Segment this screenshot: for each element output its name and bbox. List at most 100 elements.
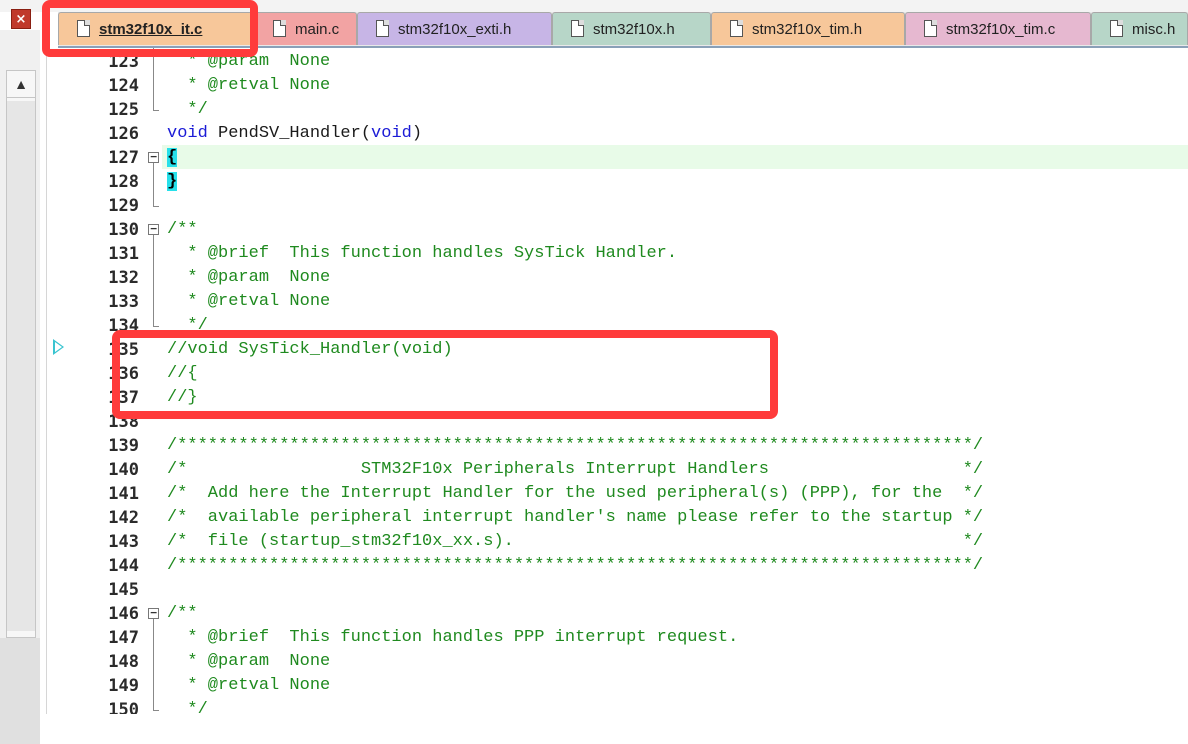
file-icon <box>924 20 937 37</box>
code-line[interactable]: 132 * @param None <box>46 266 1188 290</box>
line-number: 127 <box>108 148 139 168</box>
line-number: 131 <box>108 244 139 264</box>
fold-collapse-icon[interactable]: − <box>148 223 159 235</box>
code-text: */ <box>167 100 208 119</box>
tab-label: stm32f10x_tim.c <box>946 21 1056 38</box>
current-position-arrow-icon <box>53 339 64 355</box>
file-icon <box>730 20 743 37</box>
code-text: /* available peripheral interrupt handle… <box>167 508 984 527</box>
keyword: void <box>371 124 412 143</box>
code-text: /***************************************… <box>167 436 984 455</box>
fold-end-marker <box>153 314 159 327</box>
identifier: ) <box>411 124 423 143</box>
code-line[interactable]: 146 /** <box>46 602 1188 626</box>
line-number: 150 <box>108 700 139 714</box>
fold-end-marker <box>153 698 159 711</box>
code-line[interactable]: 127 { <box>46 146 1188 170</box>
fold-end-marker <box>153 194 159 207</box>
code-text: * @param None <box>167 268 331 287</box>
tab-stm32f10x-h[interactable]: stm32f10x.h <box>552 12 711 45</box>
tab-main-c[interactable]: main.c <box>254 12 357 45</box>
line-number: 147 <box>108 628 139 648</box>
code-line[interactable]: 128} <box>46 170 1188 194</box>
line-number: 140 <box>108 460 139 480</box>
code-text: * @retval None <box>167 676 331 695</box>
code-text: /* file (startup_stm32f10x_xx.s). */ <box>167 532 984 551</box>
code-line[interactable]: 150 */ <box>46 698 1188 714</box>
fold-collapse-icon[interactable]: − <box>148 607 159 619</box>
file-icon <box>273 20 286 37</box>
line-number: 145 <box>108 580 139 600</box>
tab-label: main.c <box>295 21 340 38</box>
code-line[interactable]: 130 /** <box>46 218 1188 242</box>
tab-label: misc.h <box>1132 21 1176 38</box>
file-icon <box>571 20 584 37</box>
line-number: 148 <box>108 652 139 672</box>
code-line[interactable]: 131 * @brief This function handles SysTi… <box>46 242 1188 266</box>
code-line[interactable]: 126 void PendSV_Handler(void) <box>46 122 1188 146</box>
code-text: * @brief This function handles SysTick H… <box>167 244 678 263</box>
code-line[interactable]: 141 /* Add here the Interrupt Handler for… <box>46 482 1188 506</box>
matched-brace: { <box>167 148 178 167</box>
line-number: 124 <box>108 76 139 96</box>
line-number: 130 <box>108 220 139 240</box>
line-number: 146 <box>108 604 139 624</box>
code-line[interactable]: 125 */ <box>46 98 1188 122</box>
line-number: 141 <box>108 484 139 504</box>
code-line[interactable]: 144 /************************************… <box>46 554 1188 578</box>
line-number: 143 <box>108 532 139 552</box>
code-line[interactable]: 147 * @brief This function handles PPP i… <box>46 626 1188 650</box>
code-text: * @param None <box>167 652 331 671</box>
fold-end-marker <box>153 98 159 111</box>
code-text: * @retval None <box>167 292 331 311</box>
tab-stm32f10x-tim-h[interactable]: stm32f10x_tim.h <box>711 12 905 45</box>
code-line[interactable]: 143 /* file (startup_stm32f10x_xx.s). */ <box>46 530 1188 554</box>
code-text: /* Add here the Interrupt Handler for th… <box>167 484 984 503</box>
tab-stm32f10x-tim-c[interactable]: stm32f10x_tim.c <box>905 12 1091 45</box>
code-text: /***************************************… <box>167 556 984 575</box>
tab-stm32f10x-exti-h[interactable]: stm32f10x_exti.h <box>357 12 552 45</box>
code-line[interactable]: 124 * @retval None <box>46 74 1188 98</box>
line-number: 126 <box>108 124 139 144</box>
identifier: PendSV_Handler( <box>207 124 372 143</box>
code-line[interactable]: 139 /************************************… <box>46 434 1188 458</box>
line-number: 149 <box>108 676 139 696</box>
code-line[interactable]: 142 /* available peripheral interrupt han… <box>46 506 1188 530</box>
code-line[interactable]: 140 /* STM32F10x Peripherals Interrupt Ha… <box>46 458 1188 482</box>
code-text: * @brief This function handles PPP inter… <box>167 628 739 647</box>
tab-label: stm32f10x_exti.h <box>398 21 512 38</box>
code-text: /* STM32F10x Peripherals Interrupt Handl… <box>167 460 984 479</box>
scroll-thumb[interactable] <box>7 101 35 631</box>
tab-misc-h[interactable]: misc.h <box>1091 12 1188 45</box>
close-icon[interactable]: × <box>11 9 31 29</box>
code-text: /** <box>167 220 198 239</box>
line-number: 128 <box>108 172 139 192</box>
fold-guide-line <box>153 619 154 710</box>
line-number: 132 <box>108 268 139 288</box>
left-panel: ▲ <box>0 30 40 744</box>
code-text: void PendSV_Handler(void) <box>167 122 422 146</box>
code-text: } <box>167 170 178 194</box>
fold-collapse-icon[interactable]: − <box>148 151 159 163</box>
code-text: * @retval None <box>167 76 331 95</box>
line-number: 129 <box>108 196 139 216</box>
code-text: { <box>167 146 178 170</box>
line-number: 125 <box>108 100 139 120</box>
highlight-box-systick-handler <box>112 330 778 419</box>
scroll-up-icon[interactable]: ▲ <box>7 71 35 98</box>
vertical-scrollbar[interactable]: ▲ <box>6 70 36 638</box>
code-line[interactable]: 129 <box>46 194 1188 218</box>
panel-gap <box>0 638 40 744</box>
tab-label: stm32f10x.h <box>593 21 675 38</box>
tab-label: stm32f10x_tim.h <box>752 21 863 38</box>
line-number: 133 <box>108 292 139 312</box>
line-number: 144 <box>108 556 139 576</box>
code-line[interactable]: 133 * @retval None <box>46 290 1188 314</box>
line-number: 142 <box>108 508 139 528</box>
code-text: /** <box>167 604 198 623</box>
code-line[interactable]: 148 * @param None <box>46 650 1188 674</box>
code-line[interactable]: 145 <box>46 578 1188 602</box>
matched-brace: } <box>167 172 178 191</box>
code-line[interactable]: 149 * @retval None <box>46 674 1188 698</box>
line-number: 139 <box>108 436 139 456</box>
